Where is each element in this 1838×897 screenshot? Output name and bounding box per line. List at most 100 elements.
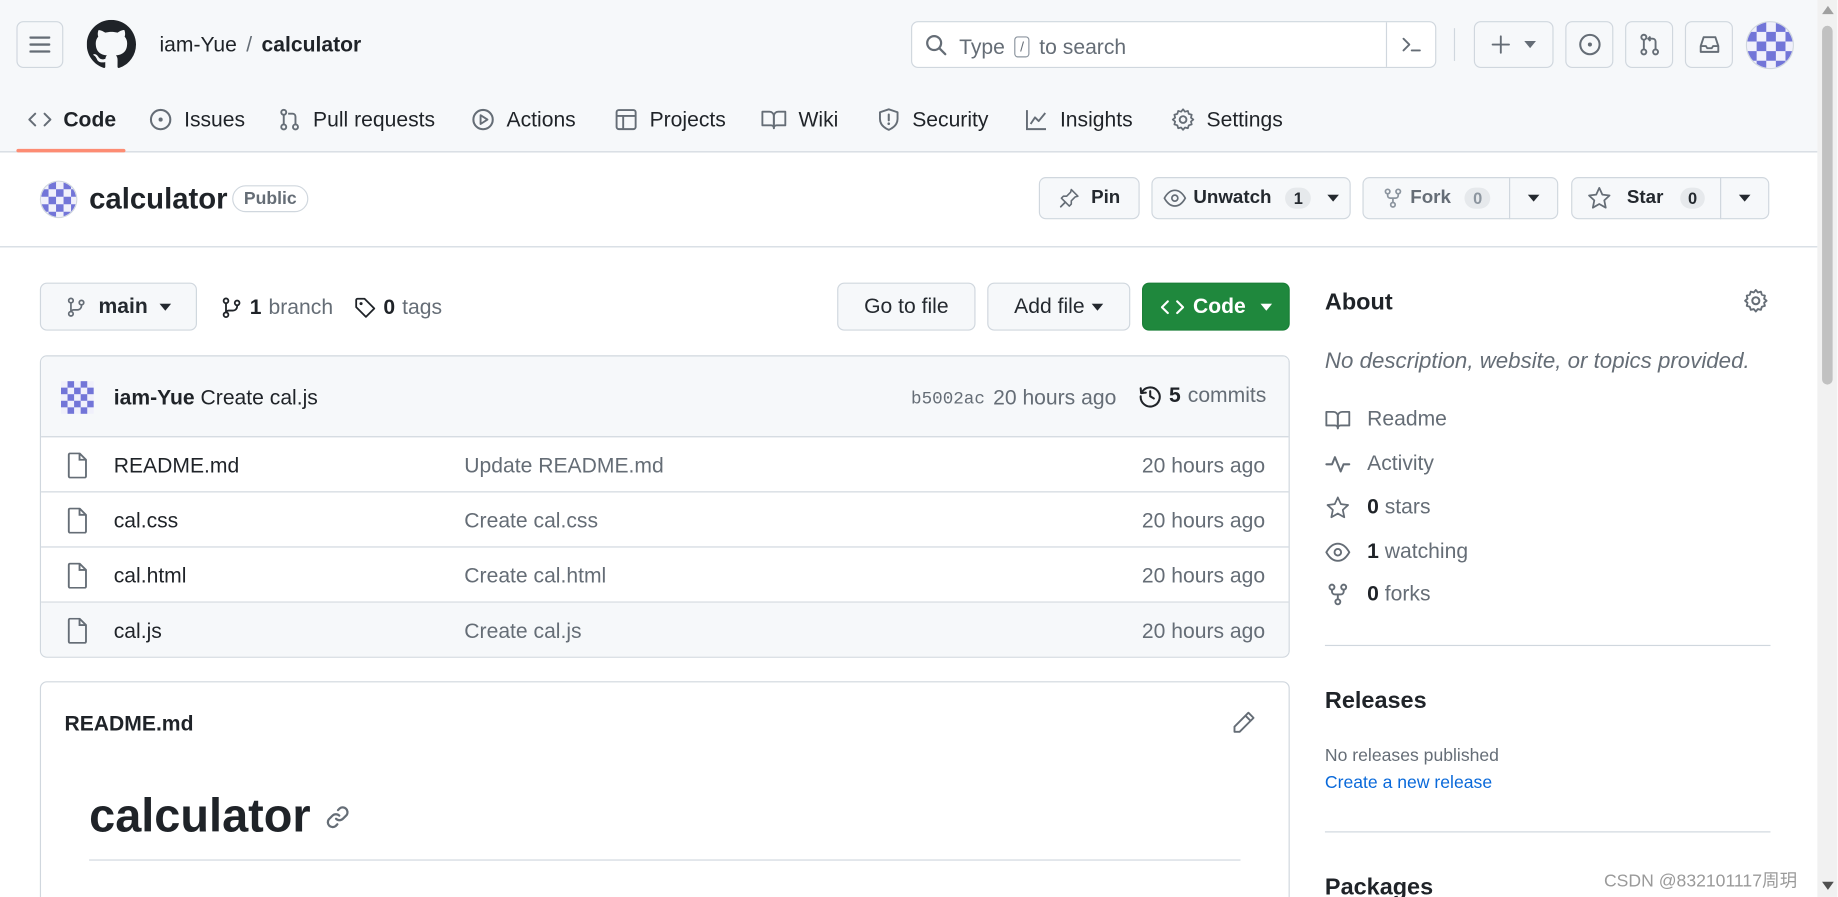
page-scrollbar[interactable]	[1817, 0, 1838, 897]
fork-options-button[interactable]	[1509, 177, 1559, 220]
inbox-button[interactable]	[1684, 21, 1733, 69]
table-icon	[615, 109, 637, 131]
file-name[interactable]: cal.html	[114, 564, 187, 589]
add-file-button[interactable]: Add file	[987, 282, 1131, 331]
file-commit-message[interactable]: Create cal.js	[464, 619, 581, 644]
packages-title[interactable]: Packages	[1325, 875, 1433, 897]
star-options-button[interactable]	[1720, 177, 1770, 220]
user-avatar[interactable]	[1745, 21, 1794, 70]
watching-link[interactable]: 1 watching	[1325, 539, 1468, 564]
fork-icon	[1328, 583, 1348, 605]
tab-pull-requests[interactable]: Pull requests	[278, 103, 435, 136]
tag-count: 0	[383, 295, 396, 319]
commit-hash[interactable]: b5002ac	[911, 389, 985, 409]
plus-icon	[1491, 35, 1510, 54]
branches-link[interactable]: 1 branch	[220, 295, 333, 320]
gear-icon[interactable]	[1744, 288, 1769, 313]
tab-actions[interactable]: Actions	[471, 103, 576, 136]
code-icon	[28, 112, 52, 127]
tab-label: Projects	[649, 107, 726, 131]
create-release-link[interactable]: Create a new release	[1325, 773, 1492, 793]
file-commit-message[interactable]: Create cal.html	[464, 564, 606, 589]
scrollbar-thumb[interactable]	[1822, 25, 1833, 385]
commit-author-avatar[interactable]	[60, 381, 94, 414]
repo-owner-avatar[interactable]	[39, 180, 78, 219]
scroll-up-arrow-icon[interactable]	[1822, 5, 1834, 15]
pencil-icon[interactable]	[1232, 711, 1255, 734]
issues-button[interactable]	[1565, 21, 1614, 69]
unwatch-button[interactable]: Unwatch 1	[1151, 177, 1351, 220]
tab-insights[interactable]: Insights	[1025, 103, 1133, 136]
forks-link[interactable]: 0 forks	[1325, 582, 1431, 607]
fork-count: 0	[1464, 187, 1491, 209]
terminal-icon	[1401, 37, 1421, 52]
identicon-icon	[41, 181, 77, 217]
readme-link[interactable]: Readme	[1325, 407, 1447, 432]
github-logo-icon[interactable]	[86, 19, 137, 69]
tags-link[interactable]: 0 tags	[354, 295, 442, 320]
file-row[interactable]: cal.js Create cal.js 20 hours ago	[41, 602, 1289, 657]
file-commit-message[interactable]: Update README.md	[464, 454, 663, 479]
repo-name[interactable]: calculator	[89, 183, 227, 217]
stars-link[interactable]: 0 stars	[1325, 495, 1431, 520]
play-icon	[472, 108, 494, 131]
commit-summary: iam-Yue Create cal.js	[114, 386, 318, 411]
pull-requests-button[interactable]	[1625, 21, 1674, 69]
fork-button[interactable]: Fork 0	[1362, 177, 1511, 220]
releases-title[interactable]: Releases	[1325, 688, 1427, 715]
file-row[interactable]: README.md Update README.md 20 hours ago	[41, 437, 1289, 493]
breadcrumb-separator: /	[246, 32, 253, 57]
history-icon	[1139, 385, 1161, 407]
file-name[interactable]: cal.css	[114, 509, 179, 534]
file-row[interactable]: cal.css Create cal.css 20 hours ago	[41, 492, 1289, 548]
caret-down-icon	[1259, 303, 1272, 311]
pull-request-icon	[1639, 33, 1659, 56]
tab-projects[interactable]: Projects	[614, 103, 726, 136]
sidebar-divider	[1324, 644, 1771, 647]
issue-icon	[149, 108, 172, 131]
visibility-badge: Public	[232, 185, 309, 213]
pin-button[interactable]: Pin	[1038, 177, 1140, 220]
caret-down-icon	[1327, 194, 1340, 202]
tab-label: Actions	[506, 107, 576, 131]
readme-heading-text: calculator	[89, 790, 311, 842]
go-to-file-button[interactable]: Go to file	[837, 282, 976, 331]
activity-link[interactable]: Activity	[1325, 451, 1434, 476]
menu-button[interactable]	[16, 21, 64, 69]
create-new-button[interactable]	[1473, 21, 1554, 69]
commit-message[interactable]: Create cal.js	[201, 386, 318, 409]
search-icon	[926, 34, 947, 56]
breadcrumb-owner[interactable]: iam-Yue	[159, 33, 236, 56]
branch-icon	[67, 296, 85, 317]
tab-label: Issues	[184, 107, 246, 131]
file-row[interactable]: cal.html Create cal.html 20 hours ago	[41, 548, 1289, 603]
command-palette-button[interactable]	[1385, 22, 1435, 67]
star-button[interactable]: Star 0	[1571, 177, 1722, 220]
code-button-label: Code	[1193, 294, 1246, 318]
forks-count: 0	[1367, 581, 1379, 606]
breadcrumb-repo[interactable]: calculator	[262, 33, 362, 56]
tab-security[interactable]: Security	[877, 103, 988, 136]
file-name[interactable]: README.md	[114, 454, 239, 479]
unwatch-label: Unwatch	[1193, 187, 1272, 208]
branch-selector[interactable]: main	[39, 282, 197, 331]
global-header: iam-Yue / calculator Type / to search	[0, 0, 1818, 90]
link-icon[interactable]	[325, 804, 351, 830]
scroll-down-arrow-icon[interactable]	[1822, 881, 1834, 890]
latest-commit-bar: iam-Yue Create cal.js b5002ac 20 hours a…	[41, 356, 1289, 438]
gear-icon	[1171, 108, 1195, 131]
search-input[interactable]: Type / to search	[911, 21, 1437, 69]
readme-filename[interactable]: README.md	[64, 712, 193, 737]
caret-down-icon	[159, 303, 172, 311]
tab-issues[interactable]: Issues	[149, 103, 245, 136]
tab-code[interactable]: Code	[28, 103, 116, 136]
file-name[interactable]: cal.js	[114, 619, 162, 644]
readme-heading: calculator	[89, 790, 350, 843]
commit-author[interactable]: iam-Yue	[114, 386, 195, 409]
tab-wiki[interactable]: Wiki	[761, 103, 838, 136]
eye-icon	[1163, 189, 1186, 207]
commits-link[interactable]: 5 commits	[1138, 383, 1266, 408]
code-dropdown-button[interactable]: Code	[1142, 282, 1290, 331]
tab-settings[interactable]: Settings	[1171, 103, 1283, 136]
file-commit-message[interactable]: Create cal.css	[464, 509, 598, 534]
